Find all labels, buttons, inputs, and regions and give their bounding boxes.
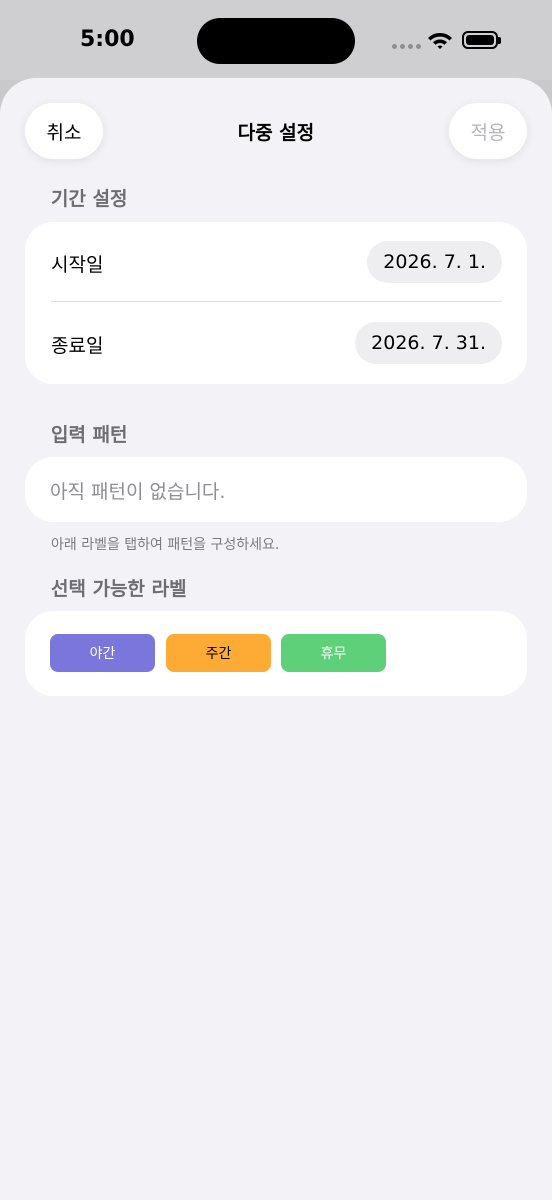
apply-button[interactable]: 적용 <box>449 103 527 159</box>
status-bar: 5:00 <box>0 0 552 80</box>
start-date-label: 시작일 <box>51 254 104 276</box>
multi-setting-sheet: 취소 다중 설정 적용 기간 설정 시작일 2026. 7. 1. 종료일 20… <box>0 78 552 1200</box>
label-chip-night[interactable]: 야간 <box>50 634 155 672</box>
pattern-empty-text: 아직 패턴이 없습니다. <box>50 481 226 503</box>
labels-section-header: 선택 가능한 라벨 <box>51 578 187 600</box>
period-card: 시작일 2026. 7. 1. 종료일 2026. 7. 31. <box>25 222 527 384</box>
pattern-hint: 아래 라벨을 탭하여 패턴을 구성하세요. <box>51 537 280 553</box>
row-divider <box>51 301 502 302</box>
label-chip-off[interactable]: 휴무 <box>281 634 386 672</box>
cellular-signal-icon <box>392 44 421 49</box>
dynamic-island <box>197 18 355 64</box>
labels-card: 야간 주간 휴무 <box>25 611 527 696</box>
battery-icon <box>462 31 501 49</box>
end-date-label: 종료일 <box>51 335 104 357</box>
period-section-header: 기간 설정 <box>51 188 128 210</box>
start-date-picker[interactable]: 2026. 7. 1. <box>367 241 502 283</box>
label-chip-day[interactable]: 주간 <box>166 634 271 672</box>
wifi-icon <box>428 33 452 49</box>
end-date-picker[interactable]: 2026. 7. 31. <box>355 322 502 364</box>
pattern-section-header: 입력 패턴 <box>51 424 128 446</box>
status-time: 5:00 <box>80 27 135 52</box>
pattern-card: 아직 패턴이 없습니다. <box>25 457 527 522</box>
